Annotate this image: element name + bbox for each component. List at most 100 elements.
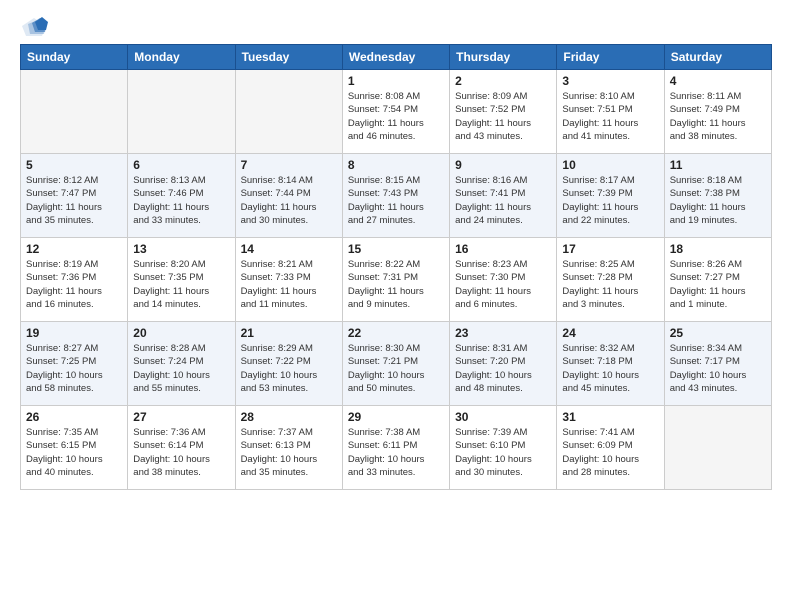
cell-info-line: and 50 minutes. [348, 382, 444, 395]
cell-info-line: Daylight: 11 hours [455, 285, 551, 298]
cell-info-line: Daylight: 10 hours [348, 453, 444, 466]
cell-info-line: Sunset: 7:22 PM [241, 355, 337, 368]
cell-info-line: Sunset: 6:11 PM [348, 439, 444, 452]
calendar: SundayMondayTuesdayWednesdayThursdayFrid… [20, 44, 772, 490]
calendar-cell: 15Sunrise: 8:22 AMSunset: 7:31 PMDayligh… [342, 238, 449, 322]
calendar-week-4: 19Sunrise: 8:27 AMSunset: 7:25 PMDayligh… [21, 322, 772, 406]
cell-info-line: Sunset: 7:47 PM [26, 187, 122, 200]
cell-info-line: Sunrise: 8:09 AM [455, 90, 551, 103]
day-number: 3 [562, 74, 658, 88]
cell-info-line: Sunrise: 8:13 AM [133, 174, 229, 187]
day-number: 17 [562, 242, 658, 256]
cell-info-line: and 19 minutes. [670, 214, 766, 227]
cell-info-line: Sunrise: 8:27 AM [26, 342, 122, 355]
calendar-cell: 2Sunrise: 8:09 AMSunset: 7:52 PMDaylight… [450, 70, 557, 154]
calendar-cell: 1Sunrise: 8:08 AMSunset: 7:54 PMDaylight… [342, 70, 449, 154]
calendar-cell: 30Sunrise: 7:39 AMSunset: 6:10 PMDayligh… [450, 406, 557, 490]
logo [20, 16, 52, 38]
calendar-cell [21, 70, 128, 154]
cell-info-line: Sunset: 6:09 PM [562, 439, 658, 452]
day-number: 14 [241, 242, 337, 256]
calendar-week-1: 1Sunrise: 8:08 AMSunset: 7:54 PMDaylight… [21, 70, 772, 154]
cell-info-line: Daylight: 11 hours [562, 201, 658, 214]
cell-info-line: Daylight: 11 hours [562, 117, 658, 130]
calendar-week-3: 12Sunrise: 8:19 AMSunset: 7:36 PMDayligh… [21, 238, 772, 322]
cell-info-line: Sunset: 7:18 PM [562, 355, 658, 368]
cell-info-line: and 22 minutes. [562, 214, 658, 227]
calendar-cell: 12Sunrise: 8:19 AMSunset: 7:36 PMDayligh… [21, 238, 128, 322]
day-number: 18 [670, 242, 766, 256]
cell-info-line: Daylight: 10 hours [348, 369, 444, 382]
cell-info-line: Sunset: 7:41 PM [455, 187, 551, 200]
day-number: 8 [348, 158, 444, 172]
cell-info-line: Sunset: 7:51 PM [562, 103, 658, 116]
cell-info-line: and 41 minutes. [562, 130, 658, 143]
cell-info-line: and 53 minutes. [241, 382, 337, 395]
day-number: 28 [241, 410, 337, 424]
cell-info-line: and 38 minutes. [133, 466, 229, 479]
cell-info-line: and 6 minutes. [455, 298, 551, 311]
cell-info-line: Sunrise: 8:29 AM [241, 342, 337, 355]
cell-info-line: Sunrise: 8:31 AM [455, 342, 551, 355]
cell-info-line: Daylight: 11 hours [562, 285, 658, 298]
cell-info-line: Sunset: 7:35 PM [133, 271, 229, 284]
calendar-cell: 6Sunrise: 8:13 AMSunset: 7:46 PMDaylight… [128, 154, 235, 238]
cell-info-line: Sunset: 7:52 PM [455, 103, 551, 116]
cell-info-line: Sunrise: 8:23 AM [455, 258, 551, 271]
cell-info-line: Daylight: 10 hours [455, 369, 551, 382]
cell-info-line: Sunset: 7:36 PM [26, 271, 122, 284]
day-number: 25 [670, 326, 766, 340]
day-number: 29 [348, 410, 444, 424]
col-header-thursday: Thursday [450, 45, 557, 70]
day-number: 4 [670, 74, 766, 88]
cell-info-line: Sunset: 6:10 PM [455, 439, 551, 452]
cell-info-line: Sunrise: 8:25 AM [562, 258, 658, 271]
calendar-cell: 4Sunrise: 8:11 AMSunset: 7:49 PMDaylight… [664, 70, 771, 154]
cell-info-line: Sunrise: 8:26 AM [670, 258, 766, 271]
cell-info-line: Daylight: 11 hours [455, 117, 551, 130]
cell-info-line: Daylight: 10 hours [133, 369, 229, 382]
cell-info-line: Sunrise: 8:16 AM [455, 174, 551, 187]
day-number: 16 [455, 242, 551, 256]
cell-info-line: and 33 minutes. [348, 466, 444, 479]
cell-info-line: and 48 minutes. [455, 382, 551, 395]
calendar-cell: 5Sunrise: 8:12 AMSunset: 7:47 PMDaylight… [21, 154, 128, 238]
page: SundayMondayTuesdayWednesdayThursdayFrid… [0, 0, 792, 612]
cell-info-line: Daylight: 10 hours [241, 453, 337, 466]
cell-info-line: Sunrise: 7:41 AM [562, 426, 658, 439]
calendar-cell: 11Sunrise: 8:18 AMSunset: 7:38 PMDayligh… [664, 154, 771, 238]
calendar-cell: 21Sunrise: 8:29 AMSunset: 7:22 PMDayligh… [235, 322, 342, 406]
day-number: 23 [455, 326, 551, 340]
cell-info-line: Daylight: 11 hours [670, 201, 766, 214]
cell-info-line: and 35 minutes. [241, 466, 337, 479]
cell-info-line: Sunset: 7:24 PM [133, 355, 229, 368]
calendar-cell [128, 70, 235, 154]
cell-info-line: Sunrise: 7:35 AM [26, 426, 122, 439]
calendar-cell: 22Sunrise: 8:30 AMSunset: 7:21 PMDayligh… [342, 322, 449, 406]
cell-info-line: Daylight: 11 hours [133, 201, 229, 214]
calendar-cell [235, 70, 342, 154]
calendar-cell: 20Sunrise: 8:28 AMSunset: 7:24 PMDayligh… [128, 322, 235, 406]
day-number: 5 [26, 158, 122, 172]
cell-info-line: Sunrise: 8:30 AM [348, 342, 444, 355]
header-row: SundayMondayTuesdayWednesdayThursdayFrid… [21, 45, 772, 70]
cell-info-line: Sunrise: 7:38 AM [348, 426, 444, 439]
cell-info-line: Sunset: 7:54 PM [348, 103, 444, 116]
cell-info-line: and 33 minutes. [133, 214, 229, 227]
cell-info-line: Sunrise: 8:15 AM [348, 174, 444, 187]
cell-info-line: Daylight: 10 hours [455, 453, 551, 466]
cell-info-line: Daylight: 11 hours [348, 117, 444, 130]
cell-info-line: Daylight: 11 hours [241, 285, 337, 298]
cell-info-line: Sunrise: 7:37 AM [241, 426, 337, 439]
cell-info-line: and 24 minutes. [455, 214, 551, 227]
day-number: 27 [133, 410, 229, 424]
cell-info-line: Daylight: 11 hours [455, 201, 551, 214]
cell-info-line: Sunrise: 8:20 AM [133, 258, 229, 271]
day-number: 26 [26, 410, 122, 424]
logo-icon [20, 16, 48, 38]
cell-info-line: and 16 minutes. [26, 298, 122, 311]
cell-info-line: Daylight: 11 hours [26, 285, 122, 298]
cell-info-line: Sunrise: 8:11 AM [670, 90, 766, 103]
calendar-week-2: 5Sunrise: 8:12 AMSunset: 7:47 PMDaylight… [21, 154, 772, 238]
cell-info-line: Sunset: 7:20 PM [455, 355, 551, 368]
